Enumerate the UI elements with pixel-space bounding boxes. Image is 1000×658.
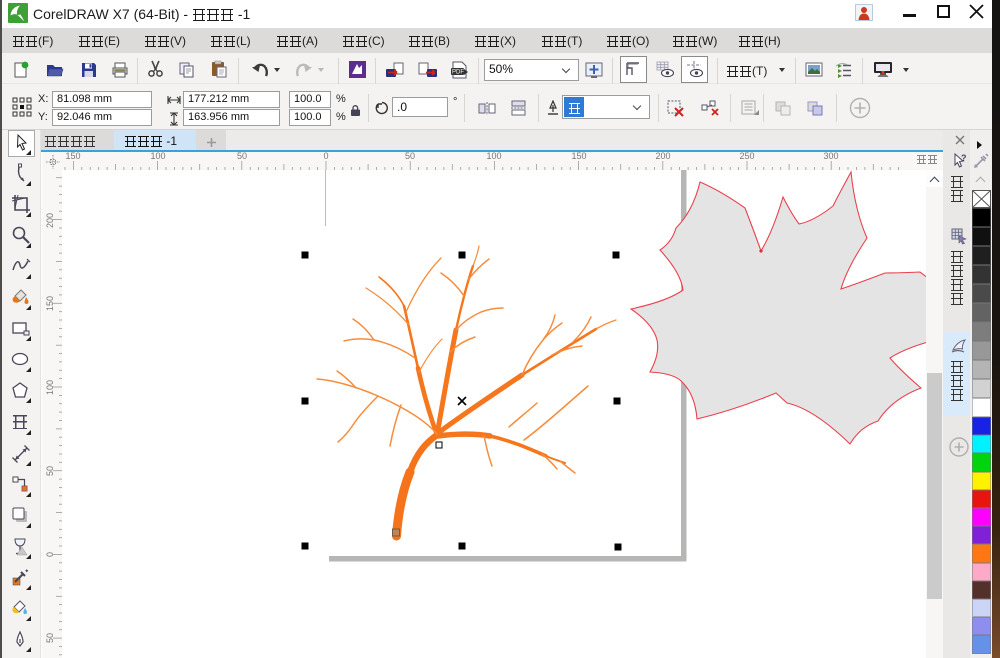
svg-text:?: ? xyxy=(961,153,967,163)
